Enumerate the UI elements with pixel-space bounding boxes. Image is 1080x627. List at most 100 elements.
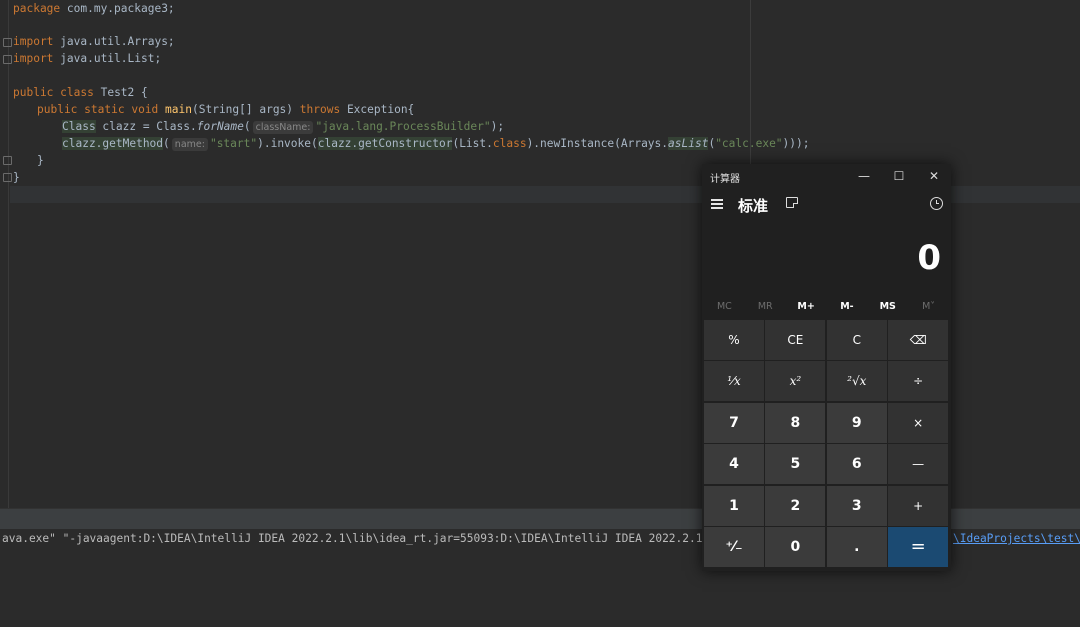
fold-marker-icon[interactable] [3,173,12,182]
console-path-link[interactable]: \IdeaProjects\test\ou [953,532,1080,545]
sqrt-button[interactable]: ²√x [826,361,887,402]
code-text: clazz = Class. [95,120,197,133]
code-text: ).invoke( [257,137,318,150]
fold-marker-icon[interactable] [3,38,12,47]
memory-button-ms[interactable]: MS [867,298,908,316]
memory-button-mminus[interactable]: M- [826,298,867,316]
memory-button-mr[interactable]: MR [745,298,786,316]
clear-label: C [852,333,861,347]
keyword: throws [299,103,341,116]
console-output: ava.exe" "-javaagent:D:\IDEA\IntelliJ ID… [2,532,770,545]
maximize-icon: ☐ [893,169,905,183]
reciprocal-button[interactable]: ¹⁄x [704,361,764,402]
digit-2-button[interactable]: 2 [765,485,826,526]
backspace-label: ⌫ [909,333,927,347]
subtract-button[interactable]: — [888,444,949,485]
clear-entry-label: CE [787,333,804,347]
keyword: public [37,103,78,116]
code-text: java.util.List; [53,52,162,65]
keyword: public [13,86,54,99]
digit-5-label: 5 [790,456,801,473]
close-icon: ✕ [928,169,940,183]
title-bar[interactable]: 计算器 — ☐ ✕ [702,164,951,188]
code-line-11[interactable]: } [13,169,20,186]
code-text: } [13,171,20,184]
memory-row: MC MR M+ M- MS M˅ [704,298,949,316]
digit-3-button[interactable]: 3 [826,485,887,526]
square-button[interactable]: x² [765,361,826,402]
divide-button[interactable]: ÷ [888,361,949,402]
keyword: package [13,2,61,15]
code-line-4[interactable]: import java.util.List; [13,50,161,67]
code-text: ))); [782,137,810,150]
code-line-3[interactable]: import java.util.Arrays; [13,33,175,50]
code-text: com.my.package3; [60,2,175,15]
code-text: (List. [452,137,493,150]
digit-1-button[interactable]: 1 [704,485,764,526]
code-line-7[interactable]: public static void main(String[] args) t… [37,101,414,118]
code-text: (String[] args) [192,103,300,116]
memory-button-mplus[interactable]: M+ [786,298,827,316]
code-text: ); [490,120,505,133]
parameter-hint: name: [171,138,208,151]
result-display: 0 [917,238,941,278]
maximize-button[interactable]: ☐ [882,164,916,188]
backspace-button[interactable]: ⌫ [888,320,949,360]
negate-button[interactable]: ⁺⁄₋ [704,526,764,567]
highlighted-text: Class [62,120,96,133]
minimize-icon: — [858,169,870,183]
reciprocal-label: ¹⁄x [727,374,741,389]
code-line-9[interactable]: clazz.getMethod(name: "start").invoke(cla… [62,135,810,152]
digit-9-button[interactable]: 9 [826,402,887,443]
add-button[interactable]: + [888,485,949,526]
clear-button[interactable]: C [826,320,887,360]
digit-5-button[interactable]: 5 [765,444,826,485]
digit-7-button[interactable]: 7 [704,402,764,443]
highlighted-text: clazz.getConstructor [317,137,453,150]
fold-marker-icon[interactable] [3,55,12,64]
keep-on-top-icon[interactable] [786,197,798,208]
window-title: 计算器 [710,174,740,185]
divide-label: ÷ [913,374,924,389]
menu-icon[interactable] [711,199,723,209]
method-name: forName [196,120,244,133]
method-name: main [165,103,192,116]
memory-button-m[interactable]: M˅ [908,298,949,316]
digit-1-label: 1 [729,497,739,514]
code-text: ( [163,137,170,150]
sqrt-label: ²√x [847,374,867,389]
code-line-8[interactable]: Class clazz = Class.forName(className: "j… [62,118,504,135]
code-line-10[interactable]: } [37,152,44,169]
digit-4-button[interactable]: 4 [704,444,764,485]
close-button[interactable]: ✕ [917,164,951,188]
string-literal: "start" [209,137,258,150]
equals-button[interactable]: = [888,526,949,567]
digit-6-button[interactable]: 6 [826,444,887,485]
keyword: class [60,86,94,99]
digit-4-label: 4 [729,456,739,473]
digit-8-button[interactable]: 8 [765,402,826,443]
digit-0-button[interactable]: 0 [765,526,826,567]
code-text: java.util.Arrays; [53,35,175,48]
fold-marker-icon[interactable] [3,156,12,165]
keyword: import [13,35,54,48]
digit-0-label: 0 [790,538,801,555]
string-literal: "calc.exe" [715,137,783,150]
decimal-label: . [854,538,860,555]
digit-7-label: 7 [729,414,739,431]
history-icon[interactable] [930,197,943,210]
minimize-button[interactable]: — [847,164,881,188]
code-line-6[interactable]: public class Test2 { [13,84,148,101]
code-text: Exception{ [340,103,415,116]
decimal-button[interactable]: . [826,526,887,567]
digit-2-label: 2 [790,497,801,514]
clear-entry-button[interactable]: CE [765,320,826,360]
gutter-divider [8,0,9,508]
keypad: % CE C ⌫ ¹⁄x x² ²√x ÷ 7 8 9 × 4 5 6 — 1 2 3 + ⁺⁄₋ 0. = [704,320,950,567]
code-text: ).newInstance(Arrays. [526,137,669,150]
percent-button[interactable]: % [704,320,764,360]
code-line-1[interactable]: package com.my.package3; [13,0,175,17]
memory-button-mc[interactable]: MC [704,298,745,316]
multiply-button[interactable]: × [888,402,949,443]
negate-label: ⁺⁄₋ [725,538,743,555]
